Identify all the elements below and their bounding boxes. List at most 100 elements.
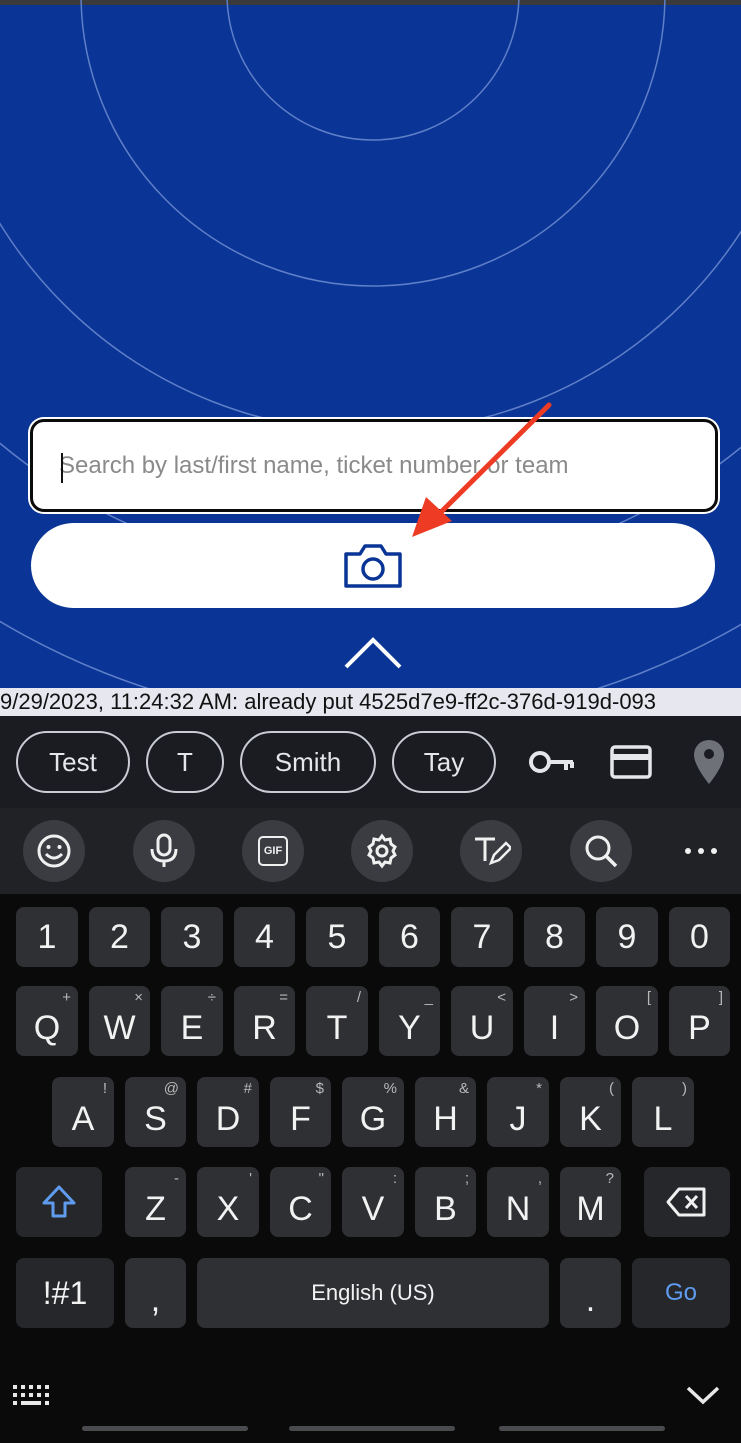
key-icon[interactable] xyxy=(528,742,576,782)
key-3[interactable]: 3 xyxy=(161,907,223,967)
comma-key[interactable]: , xyxy=(125,1258,186,1328)
text-caret xyxy=(61,453,63,483)
key-q[interactable]: + Q xyxy=(16,986,78,1056)
key-5[interactable]: 5 xyxy=(306,907,368,967)
keyboard-settings-button[interactable] xyxy=(351,820,413,882)
handwriting-icon xyxy=(475,837,511,866)
key-alt-label: ] xyxy=(718,989,723,1006)
backspace-icon xyxy=(666,1187,706,1217)
key-n[interactable]: ,N xyxy=(487,1167,549,1237)
key-label: Q xyxy=(33,1008,61,1047)
suggestion-chip[interactable]: Smith xyxy=(240,731,376,793)
key-4[interactable]: 4 xyxy=(234,907,295,967)
emoji-button[interactable] xyxy=(23,820,85,882)
key-g[interactable]: % G xyxy=(342,1077,404,1147)
key-i[interactable]: > I xyxy=(524,986,585,1056)
emoji-icon xyxy=(37,834,71,868)
keyboard-search-button[interactable] xyxy=(570,820,632,882)
key-0[interactable]: 0 xyxy=(669,907,730,967)
key-c[interactable]: " C xyxy=(270,1167,331,1237)
symbols-key[interactable]: !#1 xyxy=(16,1258,114,1328)
key-l[interactable]: ) L xyxy=(632,1077,694,1147)
key-a[interactable]: ! A xyxy=(52,1077,114,1147)
search-input[interactable] xyxy=(59,442,689,490)
key-s[interactable]: @ S xyxy=(125,1077,186,1147)
key-label: !#1 xyxy=(42,1274,88,1311)
key-z[interactable]: -Z xyxy=(125,1167,186,1237)
key-alt-label: × xyxy=(134,989,143,1006)
more-icon xyxy=(685,848,717,854)
backspace-key[interactable] xyxy=(644,1167,730,1237)
key-label: H xyxy=(433,1099,458,1138)
key-alt-label: / xyxy=(356,989,361,1006)
key-h[interactable]: & H xyxy=(415,1077,476,1147)
key-label: Z xyxy=(145,1189,166,1228)
key-x[interactable]: ' X xyxy=(197,1167,259,1237)
key-b[interactable]: ; B xyxy=(415,1167,476,1237)
location-pin-icon[interactable] xyxy=(692,738,726,786)
key-label: E xyxy=(180,1008,204,1047)
debug-log-text: 9/29/2023, 11:24:32 AM: already put 4525… xyxy=(0,688,741,716)
search-icon xyxy=(585,835,618,868)
key-o[interactable]: [O xyxy=(596,986,658,1056)
key-w[interactable]: × W xyxy=(89,986,150,1056)
key-label: I xyxy=(549,1008,560,1047)
key-label: B xyxy=(434,1189,457,1228)
shift-key[interactable] xyxy=(16,1167,102,1237)
key-p[interactable]: ] P xyxy=(669,986,730,1056)
more-options-button[interactable] xyxy=(670,820,732,882)
key-label: G xyxy=(359,1099,387,1138)
key-alt-label: $ xyxy=(315,1080,324,1097)
suggestion-chip[interactable]: Test xyxy=(16,731,130,793)
hide-keyboard-icon[interactable] xyxy=(686,1385,720,1405)
key-7[interactable]: 7 xyxy=(451,907,513,967)
key-label: N xyxy=(505,1189,531,1228)
key-8[interactable]: 8 xyxy=(524,907,585,967)
key-label: Y xyxy=(398,1008,421,1047)
key-m[interactable]: ? M xyxy=(560,1167,621,1237)
period-key[interactable]: . xyxy=(560,1258,621,1328)
keyboard-layout-icon[interactable] xyxy=(12,1384,50,1406)
key-label: P xyxy=(688,1008,711,1047)
key-r[interactable]: = R xyxy=(234,986,295,1056)
go-key[interactable]: Go xyxy=(632,1258,730,1328)
key-label: V xyxy=(361,1189,385,1228)
key-label: J xyxy=(509,1099,527,1138)
key-e[interactable]: ÷ E xyxy=(161,986,223,1056)
voice-input-button[interactable] xyxy=(133,820,195,882)
key-t[interactable]: / T xyxy=(306,986,368,1056)
key-alt-label: ; xyxy=(464,1170,469,1187)
key-d[interactable]: # D xyxy=(197,1077,259,1147)
search-box[interactable] xyxy=(30,419,718,512)
space-bar[interactable]: English (US) xyxy=(197,1258,549,1328)
key-9[interactable]: 9 xyxy=(596,907,658,967)
camera-icon xyxy=(344,544,402,588)
key-u[interactable]: < U xyxy=(451,986,513,1056)
key-alt-label: ( xyxy=(609,1080,614,1097)
key-label: W xyxy=(103,1008,136,1047)
key-6[interactable]: 6 xyxy=(379,907,440,967)
camera-scan-button[interactable] xyxy=(31,523,715,608)
key-alt-label: # xyxy=(243,1080,252,1097)
credit-card-icon[interactable] xyxy=(610,742,652,782)
key-v[interactable]: :V xyxy=(342,1167,404,1237)
key-label: F xyxy=(290,1099,311,1138)
suggestion-chip[interactable]: T xyxy=(146,731,224,793)
key-k[interactable]: (K xyxy=(560,1077,621,1147)
key-y[interactable]: _ Y xyxy=(379,986,440,1056)
suggestion-chip[interactable]: Tay xyxy=(392,731,496,793)
key-j[interactable]: * J xyxy=(487,1077,549,1147)
key-alt-label: + xyxy=(62,989,71,1006)
key-alt-label: < xyxy=(497,989,506,1006)
key-f[interactable]: $ F xyxy=(270,1077,331,1147)
key-1[interactable]: 1 xyxy=(16,907,78,967)
handwriting-button[interactable] xyxy=(460,820,522,882)
key-label: A xyxy=(71,1099,95,1138)
keyboard-toolbar: GIF xyxy=(0,808,741,894)
key-alt-label: [ xyxy=(646,989,651,1006)
gear-icon xyxy=(367,833,397,869)
key-2[interactable]: 2 xyxy=(89,907,150,967)
chevron-up-icon[interactable] xyxy=(343,636,403,670)
key-label: K xyxy=(579,1099,602,1138)
gif-button[interactable]: GIF xyxy=(242,820,304,882)
